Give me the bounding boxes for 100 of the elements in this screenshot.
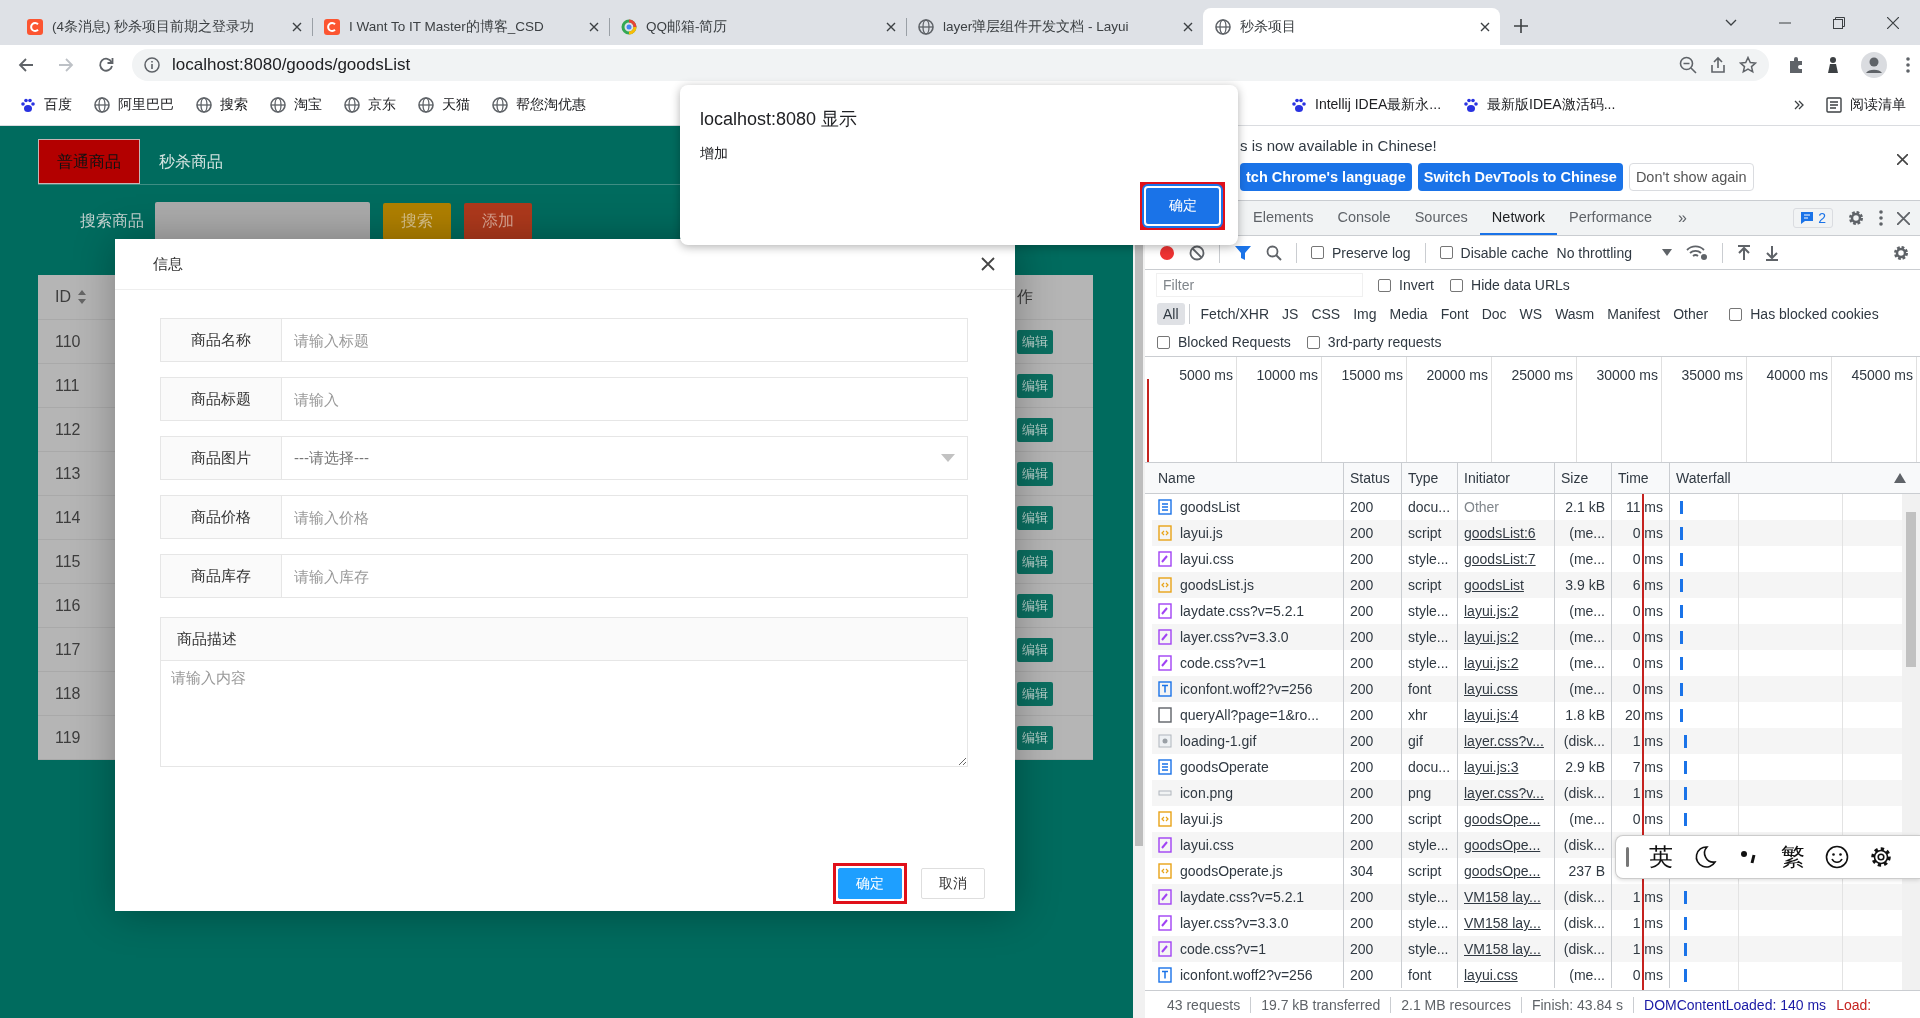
switch-button[interactable]: Switch DevTools to Chinese xyxy=(1417,163,1623,191)
column-header[interactable]: Time xyxy=(1618,470,1649,486)
bookmark[interactable]: 最新版IDEA激活码... xyxy=(1463,96,1616,114)
edit-button[interactable]: 编辑 xyxy=(1017,725,1053,750)
panel-tab[interactable]: Network xyxy=(1479,201,1558,235)
smiley-icon[interactable] xyxy=(1825,845,1849,869)
edit-button[interactable]: 编辑 xyxy=(1017,549,1053,574)
zoom-out-icon[interactable] xyxy=(1679,56,1697,74)
initiator-link[interactable]: goodsList:7 xyxy=(1464,551,1536,567)
filter-field[interactable]: Filter xyxy=(1157,274,1362,296)
dismiss-button[interactable]: Don't show again xyxy=(1628,163,1754,191)
bookmark[interactable]: 搜索 xyxy=(196,96,248,114)
select-field[interactable]: ---请选择--- xyxy=(282,436,968,480)
edit-button[interactable]: 编辑 xyxy=(1017,461,1053,486)
search-icon[interactable] xyxy=(1266,244,1282,261)
column-header[interactable]: Status xyxy=(1350,470,1390,486)
type-filter[interactable]: JS xyxy=(1276,303,1305,325)
close-icon[interactable] xyxy=(292,21,302,32)
checkbox[interactable]: Has blocked cookies xyxy=(1729,306,1879,322)
request-row[interactable]: layer.css?v=3.3.0 200 style... layui.js:2 (me... 0 ms xyxy=(1152,624,1902,650)
checkbox[interactable]: Disable cache xyxy=(1439,244,1549,261)
close-icon[interactable] xyxy=(1480,21,1490,32)
ok-button[interactable]: 确定 xyxy=(1144,186,1221,226)
puzzle-icon[interactable] xyxy=(1787,56,1805,74)
type-filter[interactable]: Fetch/XHR xyxy=(1194,303,1276,325)
new-tab-icon[interactable] xyxy=(1514,19,1528,33)
clear-icon[interactable] xyxy=(1189,244,1205,261)
edit-button[interactable]: 编辑 xyxy=(1017,681,1053,706)
edit-button[interactable]: 编辑 xyxy=(1017,593,1053,618)
initiator-link[interactable]: VM158 lay... xyxy=(1464,889,1541,905)
initiator-link[interactable]: VM158 lay... xyxy=(1464,915,1541,931)
more-icon[interactable] xyxy=(1879,210,1883,226)
type-filter[interactable]: All xyxy=(1157,303,1185,325)
restore-icon[interactable] xyxy=(1833,16,1845,29)
input-field[interactable]: 请输入库存 xyxy=(282,554,968,598)
input-field[interactable]: 请输入价格 xyxy=(282,495,968,539)
initiator-link[interactable]: layer.css?v... xyxy=(1464,733,1544,749)
bookmark[interactable]: 淘宝 xyxy=(270,96,322,114)
chevron-right-icon[interactable] xyxy=(1794,100,1804,110)
type-filter[interactable]: Manifest xyxy=(1601,303,1667,325)
column-header[interactable]: Size xyxy=(1561,470,1589,486)
edit-button[interactable]: 编辑 xyxy=(1017,373,1053,398)
column-header[interactable]: Initiator xyxy=(1464,470,1510,486)
search-field[interactable] xyxy=(155,202,370,241)
type-filter[interactable]: Doc xyxy=(1475,303,1513,325)
initiator-link[interactable]: goodsOpe... xyxy=(1464,837,1541,853)
initiator-link[interactable]: layui.js:4 xyxy=(1464,707,1519,723)
request-row[interactable]: laydate.css?v=5.2.1 200 style... VM158 lay... (disk... 1 ms xyxy=(1152,884,1902,910)
initiator-link[interactable]: goodsList:6 xyxy=(1464,525,1536,541)
initiator-link[interactable]: layui.js:3 xyxy=(1464,759,1519,775)
column-header[interactable]: Name xyxy=(1158,470,1196,486)
close-icon[interactable] xyxy=(1897,154,1908,165)
initiator-link[interactable]: goodsList xyxy=(1464,577,1524,593)
avatar-icon[interactable] xyxy=(1861,52,1887,78)
sort-icon[interactable] xyxy=(77,290,87,304)
initiator-link[interactable]: goodsOpe... xyxy=(1464,863,1541,879)
type-filter[interactable]: Wasm xyxy=(1549,303,1601,325)
address-bar[interactable]: localhost:8080/goods/goodsList xyxy=(132,49,1769,81)
input-field[interactable]: 请输入 xyxy=(282,377,968,421)
browser-tab[interactable]: 秒杀项目 xyxy=(1203,8,1500,45)
browser-tab[interactable]: I Want To IT Master的博客_CSD xyxy=(312,8,609,45)
edit-button[interactable]: 编辑 xyxy=(1017,417,1053,442)
back-icon[interactable] xyxy=(18,57,34,73)
browser-tab[interactable]: (4条消息) 秒杀项目前期之登录功 xyxy=(15,8,312,45)
request-row[interactable]: icon.png 200 png layer.css?v... (disk... 1 ms xyxy=(1152,780,1902,806)
switch-button[interactable]: tch Chrome's language xyxy=(1240,163,1412,191)
close-icon[interactable] xyxy=(1887,16,1899,29)
close-icon[interactable] xyxy=(981,257,995,271)
type-filter[interactable]: Img xyxy=(1347,303,1383,325)
text-area[interactable]: 请输入内容 xyxy=(160,661,968,767)
type-filter[interactable]: Media xyxy=(1383,303,1434,325)
settings-icon[interactable] xyxy=(1869,845,1893,869)
checkbox[interactable]: Invert xyxy=(1378,277,1434,293)
initiator-link[interactable]: layer.css?v... xyxy=(1464,785,1544,801)
request-row[interactable]: layui.js 200 script goodsList:6 (me... 0 ms xyxy=(1152,520,1902,546)
drag-handle[interactable] xyxy=(1626,847,1629,867)
network-conditions-icon[interactable] xyxy=(1686,244,1708,261)
column-header[interactable]: Type xyxy=(1408,470,1439,486)
browser-tab[interactable]: layer弹层组件开发文档 - Layui xyxy=(906,8,1203,45)
bookmark[interactable]: 天猫 xyxy=(418,96,470,114)
info-icon[interactable] xyxy=(144,57,160,73)
browser-tab[interactable]: QQ邮箱-简历 xyxy=(609,8,906,45)
checkbox[interactable]: Blocked Requests xyxy=(1157,334,1291,350)
reload-icon[interactable] xyxy=(98,57,114,73)
initiator-link[interactable]: goodsOpe... xyxy=(1464,811,1541,827)
request-row[interactable]: loading-1.gif 200 gif layer.css?v... (disk... 1 ms xyxy=(1152,728,1902,754)
close-icon[interactable] xyxy=(886,21,896,32)
download-icon[interactable] xyxy=(1765,244,1779,261)
type-filter[interactable]: Font xyxy=(1434,303,1475,325)
checkbox[interactable]: 3rd-party requests xyxy=(1306,334,1442,350)
edit-button[interactable]: 编辑 xyxy=(1017,637,1053,662)
record-icon[interactable] xyxy=(1159,244,1175,261)
more-icon[interactable] xyxy=(1906,57,1910,73)
throttling-dropdown[interactable]: No throttling xyxy=(1556,244,1672,261)
checkbox[interactable]: Preserve log xyxy=(1311,244,1411,261)
nav-tab[interactable]: 秒杀商品 xyxy=(140,139,242,184)
sort-icon[interactable] xyxy=(1894,473,1906,483)
bookmark[interactable]: 京东 xyxy=(344,96,396,114)
bookmark[interactable]: 帮您淘优惠 xyxy=(492,96,586,114)
more-tabs-button[interactable]: » xyxy=(1664,201,1701,235)
